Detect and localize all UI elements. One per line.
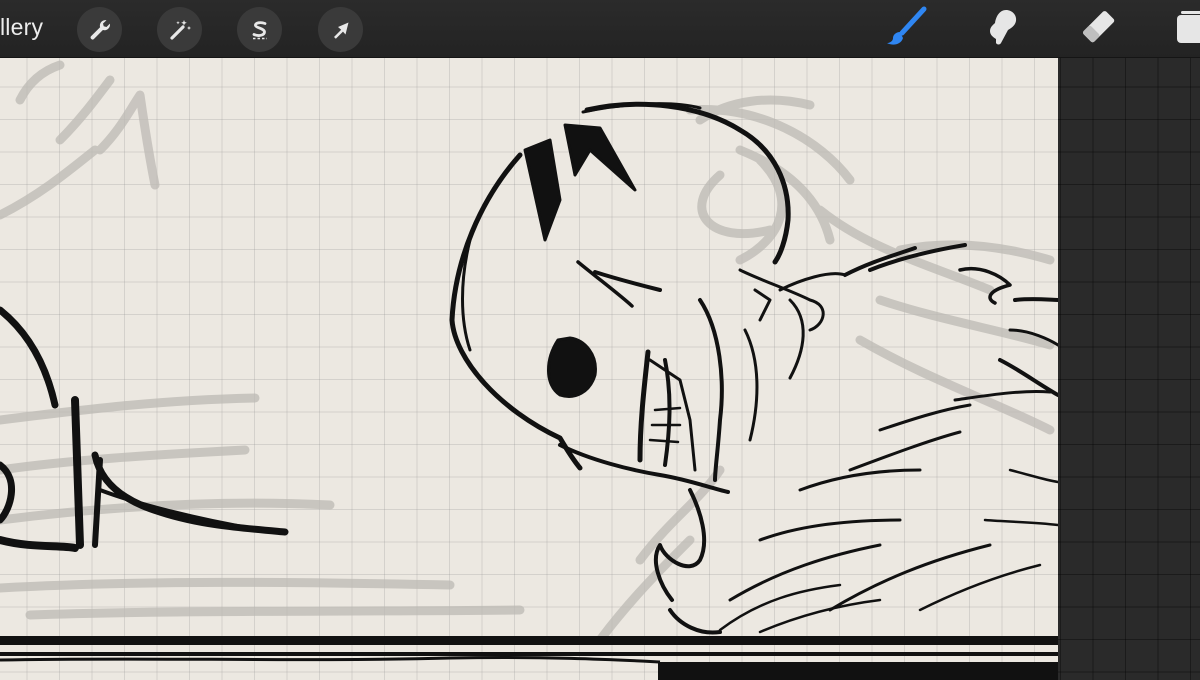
smudge-tool[interactable] [979,6,1025,52]
gallery-link[interactable]: llery [0,14,43,41]
magic-wand-icon [167,17,193,43]
brush-icon [884,5,928,54]
smudge-icon [981,6,1023,53]
sketch-artwork [0,60,1058,680]
selection-button[interactable] [237,7,282,52]
procreate-window: llery [0,0,1200,680]
transform-button[interactable] [318,7,363,52]
actions-button[interactable] [77,7,122,52]
brush-tool[interactable] [883,6,929,52]
arrow-cursor-icon [328,17,354,43]
eraser-icon [1078,6,1120,53]
drawing-canvas[interactable] [0,58,1058,680]
selection-s-icon [247,17,273,43]
offcanvas-area [1058,58,1200,680]
wrench-icon [87,17,113,43]
eraser-tool[interactable] [1076,6,1122,52]
layers-icon [1171,5,1200,54]
ground-bars [0,636,1058,680]
layers-tool[interactable] [1170,6,1200,52]
adjustments-button[interactable] [157,7,202,52]
top-toolbar: llery [0,0,1200,58]
